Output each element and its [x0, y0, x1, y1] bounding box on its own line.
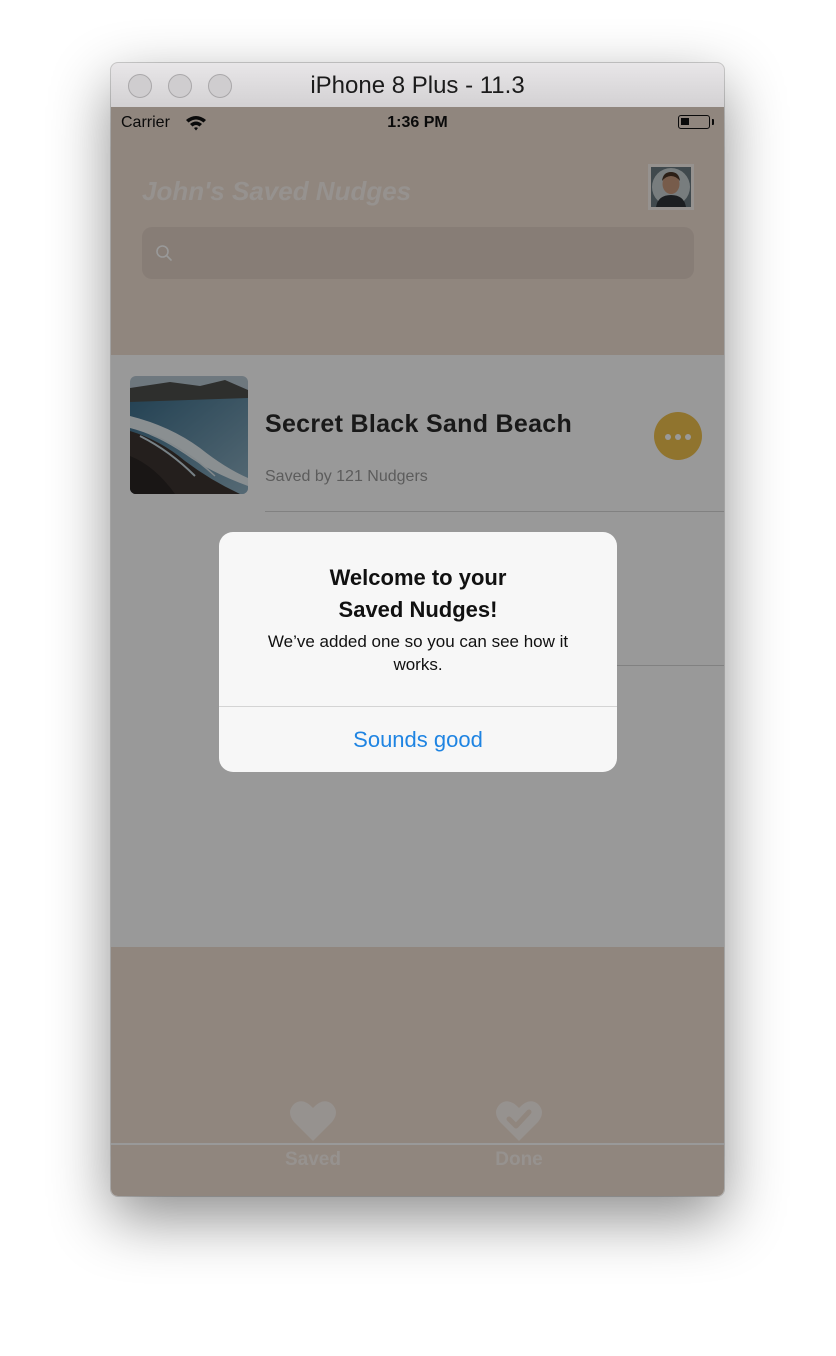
window-title: iPhone 8 Plus - 11.3: [310, 72, 525, 99]
simulator-window: iPhone 8 Plus - 11.3 Carrier 1:36 PM Joh…: [111, 63, 724, 1196]
sounds-good-button[interactable]: Sounds good: [219, 707, 617, 772]
device-screen: Carrier 1:36 PM John's Saved Nudges Secr…: [111, 107, 724, 1196]
window-titlebar: iPhone 8 Plus - 11.3: [111, 63, 724, 108]
alert-title-line: Saved Nudges!: [338, 597, 498, 622]
welcome-alert: Welcome to your Saved Nudges! We’ve adde…: [219, 532, 617, 772]
alert-title-line: Welcome to your: [329, 565, 507, 590]
alert-title: Welcome to your Saved Nudges!: [219, 562, 617, 626]
alert-message: We’ve added one so you can see how it wo…: [267, 632, 569, 674]
